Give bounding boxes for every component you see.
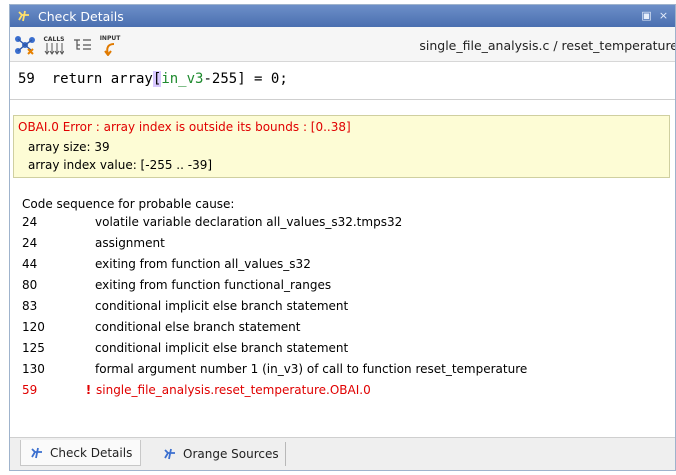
calls-label: CALLS (43, 35, 65, 43)
sequence-text: conditional implicit else branch stateme… (95, 299, 349, 313)
sequence-text: exiting from function all_values_s32 (95, 257, 311, 271)
calls-icon[interactable]: CALLS (42, 33, 66, 57)
code-pre: return array (51, 71, 153, 87)
sequence-line-number: 24 (22, 236, 38, 250)
tab-orange-sources[interactable]: Orange Sources (156, 442, 286, 466)
tab-label: Orange Sources (183, 447, 279, 461)
code-line-number: 59 (18, 71, 35, 87)
code-line: 59 return array[in_v3-255] = 0; (10, 62, 675, 100)
file-path: single_file_analysis.c / reset_temperatu… (419, 38, 676, 53)
error-marker-icon: ! (85, 383, 92, 397)
code-rest: = 0; (245, 71, 288, 87)
sequence-text: conditional else branch statement (95, 320, 301, 334)
array-size: array size: 39 (28, 140, 110, 154)
error-box: OBAI.0 Error : array index is outside it… (13, 115, 670, 178)
sequence-title: Code sequence for probable cause: (22, 197, 235, 211)
bottom-tab-bar: Check Details Orange Sources (10, 437, 675, 470)
sequence-text: conditional implicit else branch stateme… (95, 341, 349, 355)
sequence-line-number: 120 (22, 320, 45, 334)
input-icon[interactable]: INPUT (98, 33, 122, 57)
sequence-row[interactable]: 80 exiting from function functional_rang… (22, 275, 331, 295)
check-details-tab-icon (29, 445, 45, 461)
sequence-row[interactable]: 24 assignment (22, 233, 165, 253)
sequence-text: volatile variable declaration all_values… (95, 215, 403, 229)
orange-sources-tab-icon (162, 446, 178, 462)
sequence-text: single_file_analysis.reset_temperature.O… (96, 383, 371, 397)
sequence-line-number: 59 (22, 383, 38, 397)
tab-label: Check Details (50, 445, 133, 460)
sequence-line-number: 44 (22, 257, 38, 271)
title-bar: Check Details ▣ × (10, 5, 675, 27)
sequence-row-error[interactable]: 59 ! single_file_analysis.reset_temperat… (22, 380, 371, 400)
sequence-line-number: 80 (22, 278, 38, 292)
code-bracket-close: ] (237, 71, 246, 87)
check-details-icon (16, 8, 32, 24)
sequence-error-entry: ! single_file_analysis.reset_temperature… (82, 383, 371, 397)
code-post: -255 (203, 71, 238, 87)
sequence-row[interactable]: 83 conditional implicit else branch stat… (22, 296, 348, 316)
sequence-line-number: 83 (22, 299, 38, 313)
error-message: OBAI.0 Error : array index is outside it… (18, 120, 351, 134)
call-graph-icon[interactable] (14, 33, 36, 57)
sequence-text: assignment (95, 236, 165, 250)
sequence-row[interactable]: 125 conditional implicit else branch sta… (22, 338, 348, 358)
sequence-line-number: 24 (22, 215, 38, 229)
call-tree-icon[interactable] (71, 33, 93, 57)
sequence-line-number: 130 (22, 362, 45, 376)
sequence-row[interactable]: 44 exiting from function all_values_s32 (22, 254, 311, 274)
check-details-window: Check Details ▣ × CALLS INPUT single_fil… (9, 4, 676, 471)
sequence-row[interactable]: 24 volatile variable declaration all_val… (22, 212, 402, 232)
close-icon[interactable]: × (656, 8, 671, 23)
sequence-row[interactable]: 130 formal argument number 1 (in_v3) of … (22, 359, 527, 379)
sequence-text: formal argument number 1 (in_v3) of call… (95, 362, 528, 376)
window-title: Check Details (38, 8, 124, 24)
sequence-row[interactable]: 120 conditional else branch statement (22, 317, 300, 337)
code-variable[interactable]: in_v3 (161, 71, 203, 87)
sequence-text: exiting from function functional_ranges (95, 278, 332, 292)
array-index-value: array index value: [-255 .. -39] (28, 158, 213, 172)
toolbar: CALLS INPUT single_file_analysis.c / res… (10, 27, 675, 62)
code-text: 59 return array[in_v3-255] = 0; (18, 71, 288, 87)
restore-icon[interactable]: ▣ (639, 8, 654, 23)
input-label: INPUT (99, 34, 121, 42)
sequence-line-number: 125 (22, 341, 45, 355)
tab-check-details[interactable]: Check Details (20, 440, 142, 466)
